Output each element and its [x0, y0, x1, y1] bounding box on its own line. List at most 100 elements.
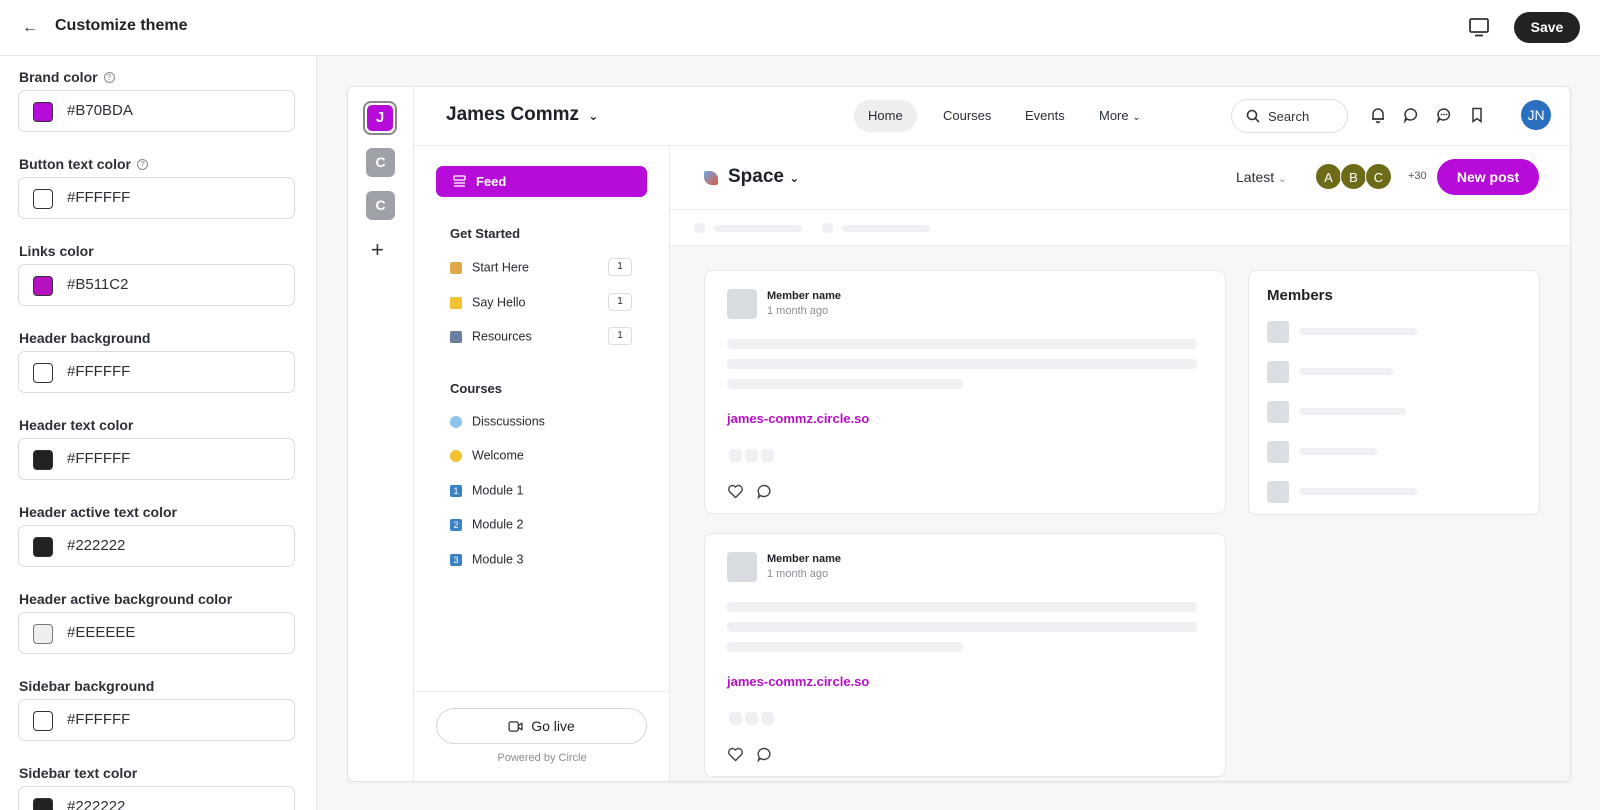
help-icon[interactable]: ?	[103, 71, 115, 83]
space-name-dropdown[interactable]: Space ⌄	[728, 166, 799, 188]
sidebar-item-resources[interactable]: Resources 1	[450, 327, 632, 345]
community-avatar-active[interactable]: J	[363, 101, 397, 135]
community-avatar[interactable]: C	[366, 148, 395, 177]
search-icon	[1246, 109, 1260, 123]
space-main: Space ⌄ Latest ⌄ A B C +30 New post Memb…	[670, 146, 1570, 781]
color-field-header-text[interactable]: #FFFFFF	[18, 438, 295, 480]
community-avatar[interactable]: C	[366, 191, 395, 220]
skeleton	[727, 339, 1197, 349]
field-label-links-color: Links color	[19, 243, 94, 259]
color-field-header-active-background[interactable]: #EEEEEE	[18, 612, 295, 654]
add-community-icon[interactable]: +	[371, 237, 384, 263]
skeleton	[842, 225, 930, 232]
sidebar-item-disscussions[interactable]: Disscussions	[450, 414, 632, 429]
color-swatch[interactable]	[33, 276, 53, 296]
new-post-button[interactable]: New post	[1437, 159, 1539, 195]
color-field-sidebar-background[interactable]: #FFFFFF	[18, 699, 295, 741]
save-button[interactable]: Save	[1514, 12, 1580, 43]
heart-icon[interactable]	[727, 483, 744, 500]
color-swatch[interactable]	[33, 798, 53, 810]
keycap-3-icon: 3	[450, 553, 462, 566]
comment-icon[interactable]	[756, 483, 773, 500]
keycap-1-icon: 1	[450, 484, 462, 497]
avatar	[1267, 401, 1289, 423]
post-link[interactable]: james-commz.circle.so	[727, 411, 869, 426]
post-author[interactable]: Member name	[767, 290, 841, 302]
community-header: James Commz ⌄ Home Courses Events More ⌄…	[414, 87, 1570, 146]
sidebar-footer: Go live Powered by Circle	[414, 691, 670, 781]
color-swatch[interactable]	[33, 363, 53, 383]
user-avatar[interactable]: JN	[1521, 100, 1551, 130]
sidebar-item-say-hello[interactable]: Say Hello 1	[450, 293, 632, 311]
count-badge: 1	[608, 293, 632, 311]
members-title: Members	[1267, 287, 1333, 304]
color-swatch[interactable]	[33, 189, 53, 209]
house-icon	[450, 261, 462, 274]
wave-icon	[450, 296, 462, 309]
skeleton	[1299, 488, 1417, 495]
color-swatch[interactable]	[33, 537, 53, 557]
member-avatar[interactable]: B	[1340, 163, 1367, 190]
community-name-dropdown[interactable]: James Commz ⌄	[446, 104, 598, 126]
more-members-count[interactable]: +30	[1408, 170, 1427, 182]
skeleton	[1299, 368, 1393, 375]
heart-icon[interactable]	[727, 746, 744, 763]
member-avatar[interactable]: A	[1315, 163, 1342, 190]
sidebar-item-module-2[interactable]: 2 Module 2	[450, 517, 632, 532]
color-swatch[interactable]	[33, 624, 53, 644]
avatar	[1267, 481, 1289, 503]
help-icon[interactable]: ?	[137, 158, 148, 170]
post-card[interactable]: Member name 1 month ago james-commz.circ…	[704, 270, 1226, 514]
back-arrow-icon[interactable]: ←	[22, 17, 44, 39]
color-field-button-text[interactable]: #FFFFFF	[18, 177, 295, 219]
sidebar-item-start-here[interactable]: Start Here 1	[450, 258, 632, 276]
field-label-header-background: Header background	[19, 330, 151, 346]
search-button[interactable]: Search	[1231, 99, 1348, 133]
post-author[interactable]: Member name	[767, 553, 841, 565]
top-bar: ← Customize theme Save	[0, 0, 1600, 56]
sidebar-item-welcome[interactable]: Welcome	[450, 448, 632, 463]
nav-events[interactable]: Events	[1011, 100, 1079, 132]
color-field-links[interactable]: #B511C2	[18, 264, 295, 306]
go-live-button[interactable]: Go live	[436, 708, 647, 744]
bell-icon[interactable]	[1369, 106, 1387, 124]
avatar	[1267, 361, 1289, 383]
member-avatar[interactable]: C	[1365, 163, 1392, 190]
color-swatch[interactable]	[33, 711, 53, 731]
field-label-brand-color: Brand color?	[19, 69, 115, 85]
sort-dropdown[interactable]: Latest ⌄	[1236, 169, 1286, 185]
nav-more[interactable]: More ⌄	[1085, 100, 1155, 132]
post-card[interactable]: Member name 1 month ago james-commz.circ…	[704, 533, 1226, 777]
color-field-sidebar-text[interactable]: #222222	[18, 786, 295, 810]
avatar	[727, 289, 757, 319]
count-badge: 1	[608, 258, 632, 276]
post-link[interactable]: james-commz.circle.so	[727, 674, 869, 689]
chevron-down-icon: ⌄	[789, 171, 800, 185]
skeleton	[727, 359, 1197, 369]
skeleton	[745, 712, 758, 725]
color-field-header-active-text[interactable]: #222222	[18, 525, 295, 567]
field-label-sidebar-text-color: Sidebar text color	[19, 765, 138, 781]
book-icon	[450, 330, 462, 343]
chat-icon[interactable]	[1402, 106, 1420, 124]
color-swatch[interactable]	[33, 450, 53, 470]
sidebar-item-module-1[interactable]: 1 Module 1	[450, 483, 632, 498]
skeleton	[822, 223, 833, 233]
bookmark-icon[interactable]	[1468, 106, 1486, 124]
sidebar-item-feed[interactable]: Feed	[436, 166, 647, 197]
skeleton	[727, 642, 963, 652]
color-swatch[interactable]	[33, 102, 53, 122]
color-field-brand[interactable]: #B70BDA	[18, 90, 295, 132]
chevron-down-icon: ⌄	[588, 109, 599, 123]
messages-icon[interactable]	[1435, 106, 1453, 124]
desktop-preview-icon[interactable]	[1468, 16, 1490, 38]
color-field-header-background[interactable]: #FFFFFF	[18, 351, 295, 393]
nav-courses[interactable]: Courses	[929, 100, 1005, 132]
sidebar-item-module-3[interactable]: 3 Module 3	[450, 552, 632, 567]
nav-home[interactable]: Home	[854, 100, 917, 132]
skeleton	[729, 712, 742, 725]
comment-icon[interactable]	[756, 746, 773, 763]
page-title: Customize theme	[55, 17, 188, 34]
skeleton	[714, 225, 802, 232]
theme-settings-panel: Brand color? #B70BDA Button text color? …	[0, 56, 317, 810]
